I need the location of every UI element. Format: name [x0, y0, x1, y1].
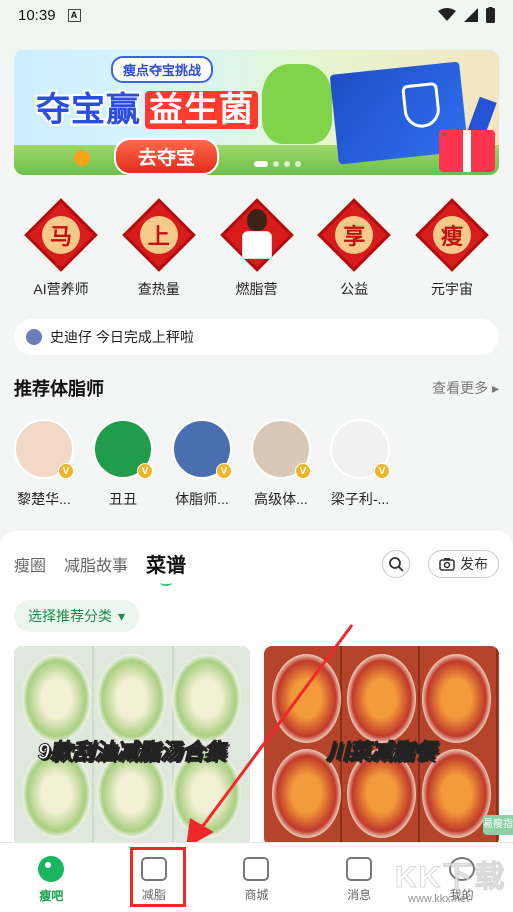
wifi-icon — [438, 8, 456, 21]
banner-tag: 瘦点夺宝挑战 — [111, 56, 214, 83]
publish-button[interactable]: 发布 — [428, 549, 499, 578]
category-filter[interactable]: 选择推荐分类 ▾ — [14, 600, 140, 632]
recipe-card[interactable]: 川菜减脂餐 — [263, 646, 499, 846]
activity-notice[interactable]: 史迪仔 今日完成上秤啦 — [14, 319, 499, 355]
bag-icon — [243, 856, 270, 881]
banner-title-highlight: 益生菌 — [145, 91, 258, 129]
recipe-cards: 9款刮油减脂汤合集 川菜减脂餐 — [0, 632, 513, 846]
search-icon — [389, 556, 404, 572]
status-bar: 10:39 A — [0, 0, 513, 30]
quick-metaverse[interactable]: 瘦 元宇宙 — [407, 203, 497, 299]
watermark-logo: KK下载 — [394, 861, 507, 895]
banner-mascot — [262, 64, 332, 144]
banner-cta-button[interactable]: 去夺宝 — [114, 138, 220, 175]
fat-burn-camp-icon — [225, 203, 289, 267]
coach-item[interactable]: V 丑丑 — [93, 419, 153, 509]
notice-text: 史迪仔 今日完成上秤啦 — [50, 329, 194, 345]
home-icon — [38, 855, 65, 882]
caret-down-icon: ▾ — [118, 607, 126, 624]
ai-nutritionist-icon: 马 — [29, 203, 93, 267]
avatar: V — [251, 419, 311, 479]
coach-item[interactable]: V 黎楚华... — [14, 419, 74, 509]
charity-icon: 享 — [322, 203, 386, 267]
verified-icon: V — [216, 463, 232, 479]
verified-icon: V — [374, 463, 390, 479]
avatar: V — [172, 419, 232, 479]
coach-list: V 黎楚华... V 丑丑 V 体脂师... V 高级体... V 梁子利-..… — [0, 401, 513, 509]
user-avatar-icon — [26, 329, 42, 345]
avatar: V — [330, 419, 390, 479]
coach-item[interactable]: V 体脂师... — [172, 419, 232, 509]
avatar: V — [14, 419, 74, 479]
nav-home[interactable]: 瘦吧 — [16, 855, 86, 904]
signal-icon — [464, 8, 478, 22]
banner-ball — [74, 150, 90, 166]
recipe-title: 川菜减脂餐 — [326, 739, 437, 765]
recipe-title: 9款刮油减脂汤合集 — [37, 739, 226, 765]
tab-stories[interactable]: 减脂故事 — [64, 552, 128, 576]
quick-charity[interactable]: 享 公益 — [309, 203, 399, 299]
notification-icon: A — [67, 8, 81, 22]
verified-icon: V — [58, 463, 74, 479]
quick-calorie-check[interactable]: 上 查热量 — [114, 203, 204, 299]
promo-banner[interactable]: 瘦点夺宝挑战 夺宝赢 益生菌 去夺宝 — [14, 50, 499, 175]
tab-recipes[interactable]: 菜谱 — [146, 549, 186, 586]
banner-pagination — [254, 161, 301, 167]
camera-icon — [439, 557, 455, 571]
watermark-url: www.kkx.net — [408, 893, 470, 905]
nav-messages[interactable]: 消息 — [324, 856, 394, 903]
tab-circle[interactable]: 瘦圈 — [14, 552, 46, 576]
search-button[interactable] — [382, 549, 410, 578]
content-feed: 瘦圈 减脂故事 菜谱 发布 选择推荐分类 ▾ 9款刮油减脂汤合集 川菜减脂餐 — [0, 531, 513, 851]
battery-icon — [486, 7, 495, 23]
floating-side-tag[interactable]: 易瘦指 — [483, 815, 513, 835]
clock: 10:39 — [18, 6, 56, 24]
coach-item[interactable]: V 梁子利-... — [330, 419, 390, 509]
nav-mall[interactable]: 商城 — [221, 856, 291, 903]
coaches-header: 推荐体脂师 查看更多 ▸ — [0, 355, 513, 401]
recipe-card[interactable]: 9款刮油减脂汤合集 — [14, 646, 250, 846]
quick-actions: 马 AI营养师 上 查热量 燃脂营 享 公益 瘦 元宇宙 — [0, 175, 513, 299]
annotation-highlight-box — [130, 847, 186, 907]
gift-box-image — [439, 130, 495, 172]
quick-fat-burn-camp[interactable]: 燃脂营 — [212, 203, 302, 299]
feed-tabs: 瘦圈 减脂故事 菜谱 发布 — [0, 531, 513, 586]
coach-item[interactable]: V 高级体... — [251, 419, 311, 509]
avatar: V — [93, 419, 153, 479]
calorie-check-icon: 上 — [127, 203, 191, 267]
banner-title: 夺宝赢 益生菌 — [36, 82, 258, 131]
verified-icon: V — [295, 463, 311, 479]
view-more-link[interactable]: 查看更多 ▸ — [432, 378, 499, 398]
message-icon — [346, 856, 373, 881]
verified-icon: V — [137, 463, 153, 479]
quick-ai-nutritionist[interactable]: 马 AI营养师 — [16, 203, 106, 299]
metaverse-icon: 瘦 — [420, 203, 484, 267]
section-title: 推荐体脂师 — [14, 379, 104, 399]
